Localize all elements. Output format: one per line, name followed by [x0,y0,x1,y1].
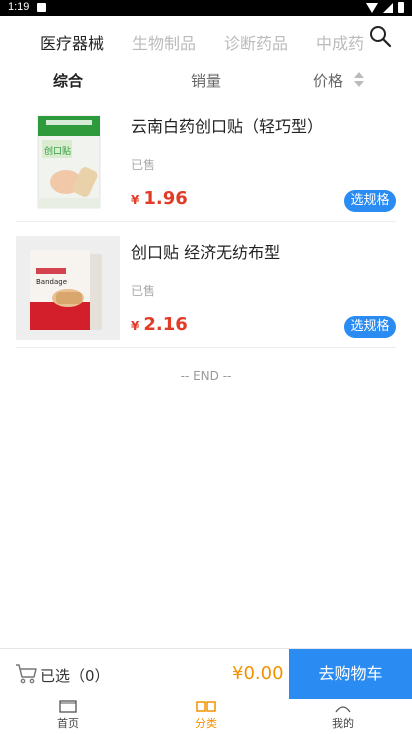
cart-total: ¥0.00 [232,663,284,684]
nav-home-label: 首页 [57,717,79,730]
tab-biological-products[interactable]: 生物制品 [132,30,196,54]
sort-price[interactable]: 价格 [313,70,343,91]
select-spec-button[interactable]: 选规格 [344,316,396,338]
bandage-box-image: Bandage [16,236,120,340]
product-item[interactable]: Bandage 创口贴 经济无纺布型 已售 ¥2.16 选规格 [16,236,396,348]
tab-chinese-patent-medicine[interactable]: 中成药 [316,30,368,54]
cart-bar: 已选（0） ¥0.00 去购物车 [0,648,412,700]
sort-bar: 综合 销量 价格 [0,64,412,96]
svg-text:创口贴: 创口贴 [44,145,71,157]
product-name: 云南白药创口贴（轻巧型） [131,117,324,136]
status-bar: 1:19 [0,0,412,16]
home-icon [59,700,77,713]
sort-sales[interactable]: 销量 [191,70,221,91]
bandage-box-image: 创口贴 [16,110,120,214]
product-name: 创口贴 经济无纺布型 [131,243,281,262]
nav-profile[interactable]: 我的 [303,699,383,734]
tab-diagnostic-drugs[interactable]: 诊断药品 [224,30,288,54]
select-spec-button[interactable]: 选规格 [344,190,396,212]
tab-medical-devices[interactable]: 医疗器械 [40,30,104,54]
notification-icon [37,3,46,12]
sort-comprehensive[interactable]: 综合 [53,70,83,91]
nav-category[interactable]: 分类 [166,699,246,734]
selected-count: 已选（0） [40,667,110,685]
nav-profile-label: 我的 [332,717,354,730]
price-value: 2.16 [143,314,188,335]
sort-arrows-icon[interactable] [354,72,364,88]
currency-symbol: ¥ [131,319,140,333]
search-icon[interactable] [368,24,392,48]
product-item[interactable]: 创口贴 云南白药创口贴（轻巧型） 已售 ¥1.96 选规格 [16,110,396,222]
product-price: ¥1.96 [131,188,188,209]
sold-label: 已售 [131,284,156,298]
currency-symbol: ¥ [131,193,140,207]
price-value: 1.96 [143,188,188,209]
category-tabs: 医疗器械 生物制品 诊断药品 中成药 [0,16,412,64]
go-to-cart-button[interactable]: 去购物车 [289,649,412,700]
battery-icon [398,2,404,13]
bottom-nav: 首页 分类 我的 [0,699,412,734]
profile-icon [335,706,351,713]
product-price: ¥2.16 [131,314,188,335]
status-time: 1:19 [8,1,30,13]
nav-category-label: 分类 [195,717,217,730]
list-end-text: -- END -- [180,369,232,383]
nav-home[interactable]: 首页 [28,699,108,734]
signal-icon [383,2,393,13]
sold-label: 已售 [131,158,156,172]
category-icon [196,701,216,712]
wifi-icon [366,2,378,13]
cart-icon[interactable] [15,663,39,685]
svg-text:Bandage: Bandage [36,278,67,286]
